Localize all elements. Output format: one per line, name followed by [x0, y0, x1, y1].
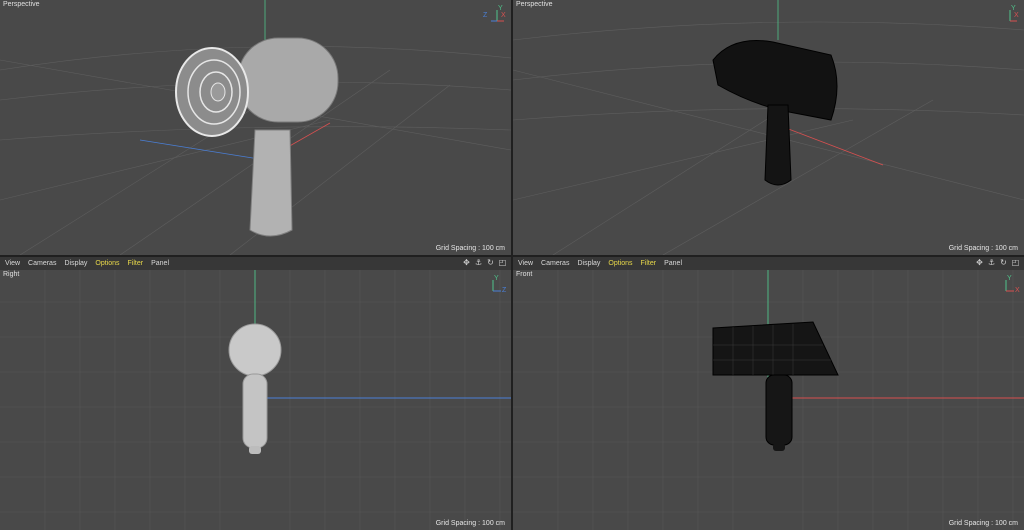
menu-options[interactable]: Options — [95, 260, 119, 267]
viewport-front[interactable]: Front Y X Grid Spacing : 100 cm — [513, 270, 1024, 530]
grid-spacing-label: Grid Spacing : 100 cm — [948, 245, 1018, 252]
rotate-icon[interactable]: ↻ — [486, 258, 495, 268]
pan-icon[interactable]: ⚓ — [474, 258, 483, 268]
viewport-label: Perspective — [3, 1, 40, 8]
axis-x-label: X — [1015, 287, 1020, 294]
menu-panel[interactable]: Panel — [151, 260, 169, 267]
scene-canvas — [513, 270, 1024, 530]
viewport-right[interactable]: Right Y Z Grid Spacing : 100 cm — [0, 270, 511, 530]
move-icon[interactable]: ✥ — [975, 258, 984, 268]
viewport-perspective-wireframe[interactable]: Perspective Y X Grid Spacing : 100 cm — [513, 0, 1024, 255]
hair-dryer-wireframe — [712, 39, 838, 186]
axis-z-label: Z — [483, 12, 488, 19]
grid-spacing-label: Grid Spacing : 100 cm — [435, 245, 505, 252]
menu-cameras[interactable]: Cameras — [28, 260, 56, 267]
hair-dryer-model — [175, 37, 339, 237]
axis-x-label: X — [1014, 12, 1019, 19]
maximize-icon[interactable]: ◰ — [1011, 258, 1020, 268]
axis-y-label: Y — [1007, 275, 1012, 282]
menu-display[interactable]: Display — [577, 260, 600, 267]
hair-dryer-front-wireframe — [712, 321, 839, 451]
axis-gizmo: Y X — [1002, 5, 1019, 24]
hair-dryer-side-view — [228, 323, 282, 454]
viewport-divider-vertical[interactable] — [511, 0, 513, 530]
grid-spacing-label: Grid Spacing : 100 cm — [435, 520, 505, 527]
axis-gizmo: Z Y X — [483, 5, 506, 24]
nav-icon-group: ✥ ⚓ ↻ ◰ — [462, 258, 507, 268]
menu-display[interactable]: Display — [64, 260, 87, 267]
scene-canvas — [513, 0, 1024, 255]
viewport-label: Right — [3, 271, 20, 278]
axis-z-label: Z — [502, 287, 507, 294]
menu-options[interactable]: Options — [608, 260, 632, 267]
axis-x-label: X — [501, 12, 506, 19]
scene-canvas — [0, 0, 511, 255]
pan-icon[interactable]: ⚓ — [987, 258, 996, 268]
menu-filter[interactable]: Filter — [128, 260, 144, 267]
scene-canvas — [0, 270, 511, 530]
axis-y-label: Y — [1011, 5, 1016, 12]
menu-view[interactable]: View — [518, 260, 533, 267]
viewport-label: Front — [516, 271, 533, 278]
rotate-icon[interactable]: ↻ — [999, 258, 1008, 268]
menu-filter[interactable]: Filter — [641, 260, 657, 267]
axis-gizmo: Y X — [1002, 275, 1020, 294]
axis-gizmo: Y Z — [489, 275, 507, 294]
menu-cameras[interactable]: Cameras — [541, 260, 569, 267]
menu-view[interactable]: View — [5, 260, 20, 267]
maximize-icon[interactable]: ◰ — [498, 258, 507, 268]
viewport-label: Perspective — [516, 1, 553, 8]
grid-spacing-label: Grid Spacing : 100 cm — [948, 520, 1018, 527]
viewport-divider-horizontal[interactable] — [0, 255, 1024, 257]
move-icon[interactable]: ✥ — [462, 258, 471, 268]
viewport-menubar-right: View Cameras Display Options Filter Pane… — [0, 257, 511, 270]
nav-icon-group: ✥ ⚓ ↻ ◰ — [975, 258, 1020, 268]
axis-y-label: Y — [498, 5, 503, 12]
viewport-perspective-shaded[interactable]: Perspective Z Y X Grid Spacing : 100 cm — [0, 0, 511, 255]
menu-panel[interactable]: Panel — [664, 260, 682, 267]
axis-y-label: Y — [494, 275, 499, 282]
viewport-menubar-front: View Cameras Display Options Filter Pane… — [513, 257, 1024, 270]
